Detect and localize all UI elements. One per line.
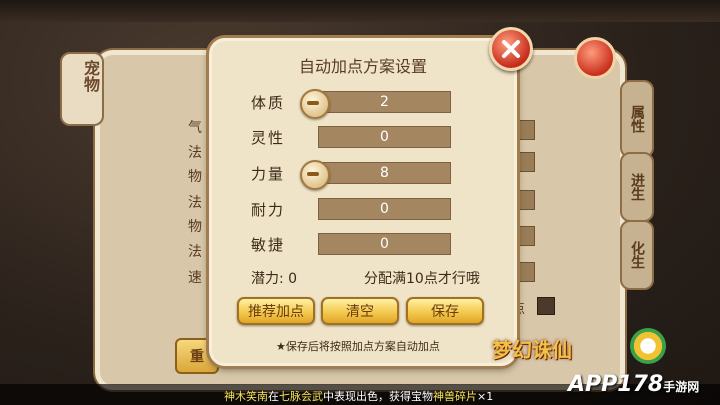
bg-row-label: 物: [188, 169, 202, 185]
minus-button-constitution[interactable]: [300, 89, 330, 119]
bg-row-label: 法: [188, 244, 202, 260]
tab-transform[interactable]: 化生: [620, 220, 654, 290]
bg-row-label: 气: [188, 120, 202, 136]
save-button[interactable]: 保存: [406, 297, 484, 325]
app-logo-icon: [630, 328, 666, 364]
chat-text: 在: [268, 390, 279, 403]
attr-label-agility: 敏捷: [251, 236, 286, 254]
allocation-hint: 分配满10点才行哦: [364, 271, 480, 287]
clear-button[interactable]: 清空: [321, 297, 399, 325]
save-note: ★保存后将按照加点方案自动加点: [276, 340, 440, 353]
tab-evolve[interactable]: 进生: [620, 152, 654, 222]
watermark-sub: 手游网: [663, 380, 700, 394]
attr-label-strength: 力量: [251, 165, 286, 183]
attr-value-strength: 8: [380, 165, 389, 181]
attr-value-endurance: 0: [380, 201, 389, 217]
attr-value-spirit: 0: [380, 129, 389, 145]
pet-tab[interactable]: 宠物: [60, 52, 104, 126]
chat-item-name[interactable]: 神兽碎片: [433, 390, 477, 403]
bg-row-label: 速: [188, 270, 202, 286]
dialog-title: 自动加点方案设置: [298, 57, 427, 76]
bg-row-label: 法: [188, 145, 202, 161]
tab-attributes[interactable]: 属性: [620, 80, 654, 158]
chat-player-name[interactable]: 神木笑南: [224, 390, 268, 403]
minus-button-strength[interactable]: [300, 160, 330, 190]
game-logo: 梦幻诛仙: [492, 338, 572, 362]
chat-event-name[interactable]: 七脉会武: [279, 390, 323, 403]
pet-tab-label: 宠物: [81, 60, 100, 92]
background-close-icon[interactable]: [574, 37, 616, 79]
attr-label-constitution: 体质: [251, 94, 286, 112]
bg-row-label: 法: [188, 195, 202, 211]
attr-label-spirit: 灵性: [251, 129, 286, 147]
watermark: APP178手游网: [568, 372, 699, 397]
top-status-strip: [0, 0, 720, 22]
bg-row-label: 物: [188, 219, 202, 235]
chat-text: 中表现出色，获得宝物: [323, 390, 433, 403]
recommend-button[interactable]: 推荐加点: [237, 297, 315, 325]
attr-label-endurance: 耐力: [251, 201, 286, 219]
background-checkbox[interactable]: [537, 297, 555, 315]
chat-text: ×1: [477, 390, 494, 403]
potential-points: 潜力: 0: [251, 271, 298, 287]
attr-value-agility: 0: [380, 236, 389, 252]
close-icon[interactable]: [489, 27, 533, 71]
chat-message: 神木笑南在七脉会武中表现出色，获得宝物神兽碎片×1: [224, 388, 493, 404]
watermark-main: APP178: [568, 372, 664, 397]
attr-value-constitution: 2: [380, 94, 389, 110]
